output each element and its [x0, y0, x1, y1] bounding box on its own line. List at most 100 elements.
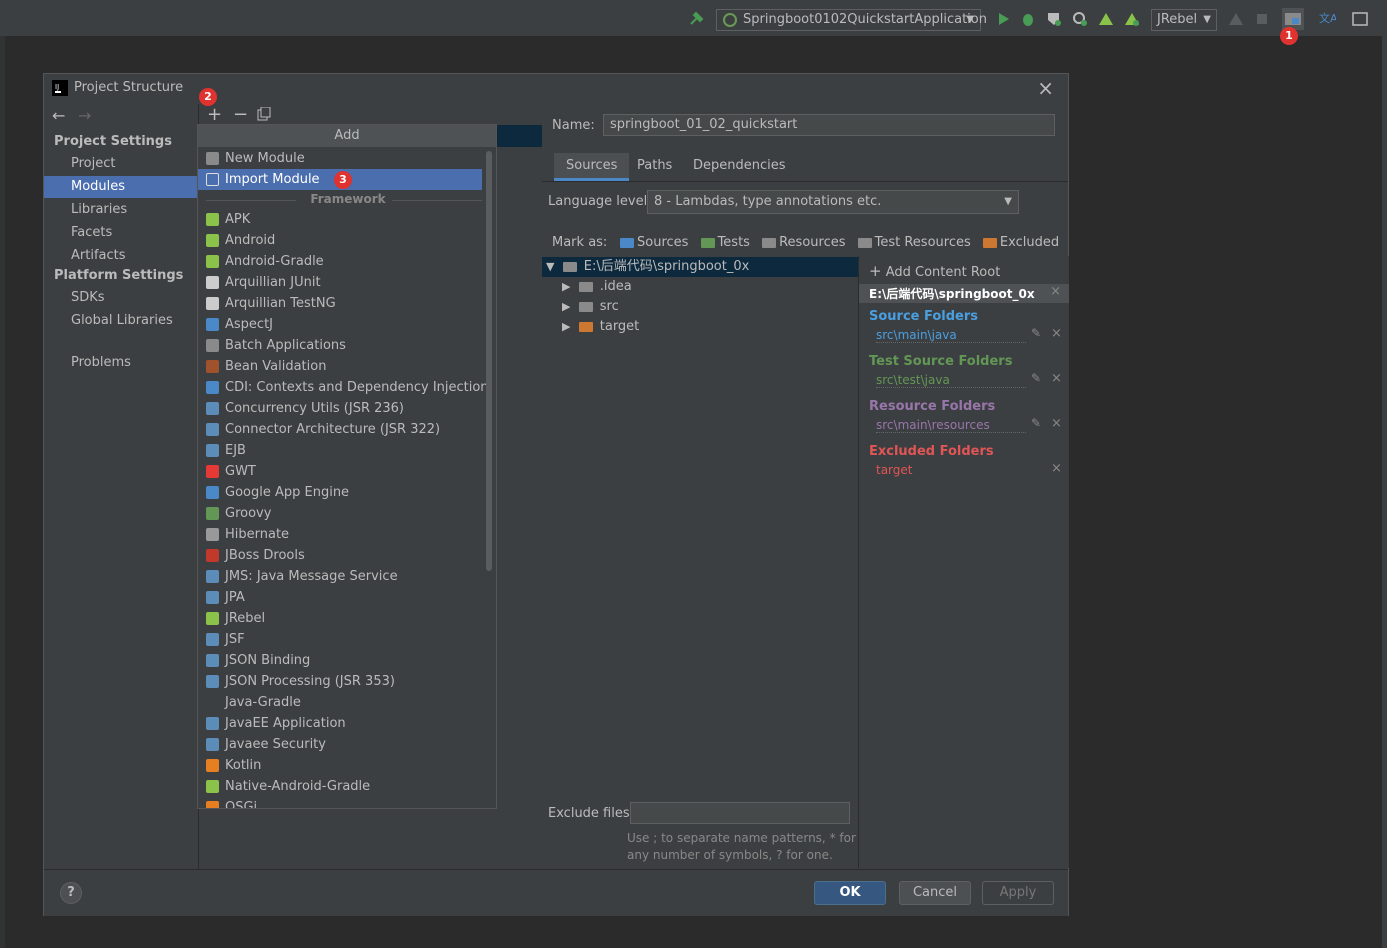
- popup-scrollbar[interactable]: [486, 151, 492, 571]
- forward-arrow-icon[interactable]: →: [78, 106, 91, 125]
- mark-excluded-button[interactable]: Excluded: [982, 235, 1059, 250]
- remove-content-root-icon[interactable]: ×: [1050, 284, 1061, 299]
- menu-item-framework[interactable]: CDI: Contexts and Dependency Injection: [198, 377, 489, 398]
- menu-item-framework[interactable]: Arquillian TestNG: [198, 293, 482, 314]
- menu-item-framework[interactable]: JBoss Drools: [198, 545, 482, 566]
- menu-item-framework[interactable]: AspectJ: [198, 314, 482, 335]
- menu-item-framework[interactable]: Android: [198, 230, 482, 251]
- tab-paths[interactable]: Paths: [625, 153, 684, 181]
- folder-icon: [578, 301, 593, 312]
- exclude-files-input[interactable]: [630, 802, 850, 824]
- menu-item-framework[interactable]: Native-Android-Gradle: [198, 776, 482, 797]
- menu-item-framework[interactable]: OSGi: [198, 797, 482, 808]
- framework-icon: [206, 738, 219, 751]
- coverage-icon[interactable]: [1045, 10, 1063, 28]
- right-tool-strip: [1382, 36, 1387, 948]
- tree-row-target[interactable]: ▶ target: [542, 317, 639, 337]
- tab-dependencies[interactable]: Dependencies: [681, 153, 798, 181]
- remove-icon[interactable]: ×: [1051, 371, 1062, 386]
- tree-row-root[interactable]: ▼ E:\后端代码\springboot_0x: [542, 257, 858, 277]
- editor-gutter: [0, 36, 5, 948]
- remove-icon[interactable]: −: [233, 104, 248, 125]
- menu-item-framework[interactable]: JSON Binding: [198, 650, 482, 671]
- menu-item-framework[interactable]: Bean Validation: [198, 356, 482, 377]
- add-icon[interactable]: +: [207, 104, 222, 125]
- menu-item-framework[interactable]: APK: [198, 209, 482, 230]
- debug-icon[interactable]: [1019, 10, 1037, 28]
- menu-item-framework[interactable]: Kotlin: [198, 755, 482, 776]
- copy-icon[interactable]: [257, 106, 271, 125]
- menu-item-framework[interactable]: JPA: [198, 587, 482, 608]
- menu-item-import-module[interactable]: Import Module 3: [198, 169, 482, 190]
- excluded-folder-value: target: [876, 463, 913, 477]
- mark-tests-button[interactable]: Tests: [700, 235, 750, 250]
- menu-item-framework[interactable]: Connector Architecture (JSR 322): [198, 419, 482, 440]
- stop-icon[interactable]: [1253, 10, 1271, 28]
- menu-item-framework[interactable]: JavaEE Application: [198, 713, 482, 734]
- menu-item-framework[interactable]: Java-Gradle: [198, 692, 482, 713]
- remove-icon[interactable]: ×: [1051, 416, 1062, 431]
- menu-item-framework[interactable]: JMS: Java Message Service: [198, 566, 482, 587]
- chevron-down-icon: ▼: [1203, 14, 1211, 25]
- ok-button[interactable]: OK: [814, 881, 886, 905]
- tree-row-idea[interactable]: ▶ .idea: [542, 277, 632, 297]
- tab-sources[interactable]: Sources: [554, 153, 630, 181]
- sidebar-item-sdks[interactable]: SDKs: [44, 287, 198, 309]
- language-level-select[interactable]: 8 - Lambdas, type annotations etc. ▼: [647, 190, 1019, 214]
- exclude-files-hint: Use ; to separate name patterns, * for a…: [627, 831, 856, 862]
- add-content-root-button[interactable]: + Add Content Root: [869, 262, 1000, 280]
- sources-folder-icon: [620, 237, 634, 248]
- menu-item-new-module[interactable]: New Module: [198, 148, 482, 169]
- sidebar-item-global-libraries[interactable]: Global Libraries: [44, 310, 198, 332]
- mark-sources-button[interactable]: Sources: [620, 235, 688, 250]
- menu-item-framework[interactable]: Groovy: [198, 503, 482, 524]
- menu-item-framework[interactable]: Hibernate: [198, 524, 482, 545]
- run-icon[interactable]: [994, 10, 1012, 28]
- edit-pencil-icon[interactable]: ✎: [1031, 416, 1041, 430]
- edit-pencil-icon[interactable]: ✎: [1031, 371, 1041, 385]
- menu-item-framework[interactable]: EJB: [198, 440, 482, 461]
- remove-icon[interactable]: ×: [1051, 461, 1062, 476]
- sidebar-item-facets[interactable]: Facets: [44, 222, 198, 244]
- cancel-button[interactable]: Cancel: [899, 881, 971, 905]
- menu-item-framework[interactable]: JSON Processing (JSR 353): [198, 671, 482, 692]
- help-button[interactable]: ?: [60, 882, 82, 904]
- sidebar-item-project[interactable]: Project: [44, 153, 198, 175]
- sidebar-item-artifacts[interactable]: Artifacts: [44, 245, 198, 267]
- menu-item-framework[interactable]: Android-Gradle: [198, 251, 482, 272]
- selected-module-row[interactable]: [489, 125, 543, 147]
- module-name-field[interactable]: springboot_01_02_quickstart: [603, 114, 1055, 136]
- build-hammer-icon[interactable]: [688, 10, 706, 28]
- mark-test-resources-button[interactable]: Test Resources: [857, 235, 971, 250]
- sidebar-item-libraries[interactable]: Libraries: [44, 199, 198, 221]
- menu-item-framework[interactable]: Arquillian JUnit: [198, 272, 482, 293]
- run-configuration-select[interactable]: Springboot0102QuickstartApplication ▼: [716, 9, 987, 31]
- close-dialog-button[interactable]: ×: [1037, 76, 1054, 100]
- menu-item-framework[interactable]: JSF: [198, 629, 482, 650]
- remove-icon[interactable]: ×: [1051, 326, 1062, 341]
- sidebar-item-modules[interactable]: Modules: [44, 176, 198, 198]
- content-tree: ▼ E:\后端代码\springboot_0x ▶ .idea ▶ src ▶ …: [542, 256, 858, 816]
- jrebel-update-icon[interactable]: [1227, 10, 1245, 28]
- apply-button[interactable]: Apply: [982, 881, 1054, 905]
- jrebel-debug-icon[interactable]: [1123, 10, 1141, 28]
- framework-icon: [206, 213, 219, 226]
- excluded-folder-icon: [578, 321, 593, 332]
- profile-icon[interactable]: [1071, 10, 1089, 28]
- folder-icon: [578, 281, 593, 292]
- menu-item-framework[interactable]: Batch Applications: [198, 335, 482, 356]
- menu-item-framework[interactable]: Google App Engine: [198, 482, 482, 503]
- menu-item-framework[interactable]: Concurrency Utils (JSR 236): [198, 398, 482, 419]
- back-arrow-icon[interactable]: ←: [52, 106, 65, 125]
- menu-item-framework[interactable]: GWT: [198, 461, 482, 482]
- sidebar-item-problems[interactable]: Problems: [44, 352, 198, 374]
- tree-row-src[interactable]: ▶ src: [542, 297, 619, 317]
- menu-item-framework[interactable]: Javaee Security: [198, 734, 482, 755]
- jrebel-select[interactable]: JRebel ▼: [1151, 9, 1217, 31]
- translate-icon[interactable]: 文A: [1318, 10, 1338, 28]
- edit-pencil-icon[interactable]: ✎: [1031, 326, 1041, 340]
- menu-item-framework[interactable]: JRebel: [198, 608, 482, 629]
- jrebel-run-icon[interactable]: [1097, 10, 1115, 28]
- terminal-icon[interactable]: [1351, 10, 1369, 28]
- mark-resources-button[interactable]: Resources: [762, 235, 845, 250]
